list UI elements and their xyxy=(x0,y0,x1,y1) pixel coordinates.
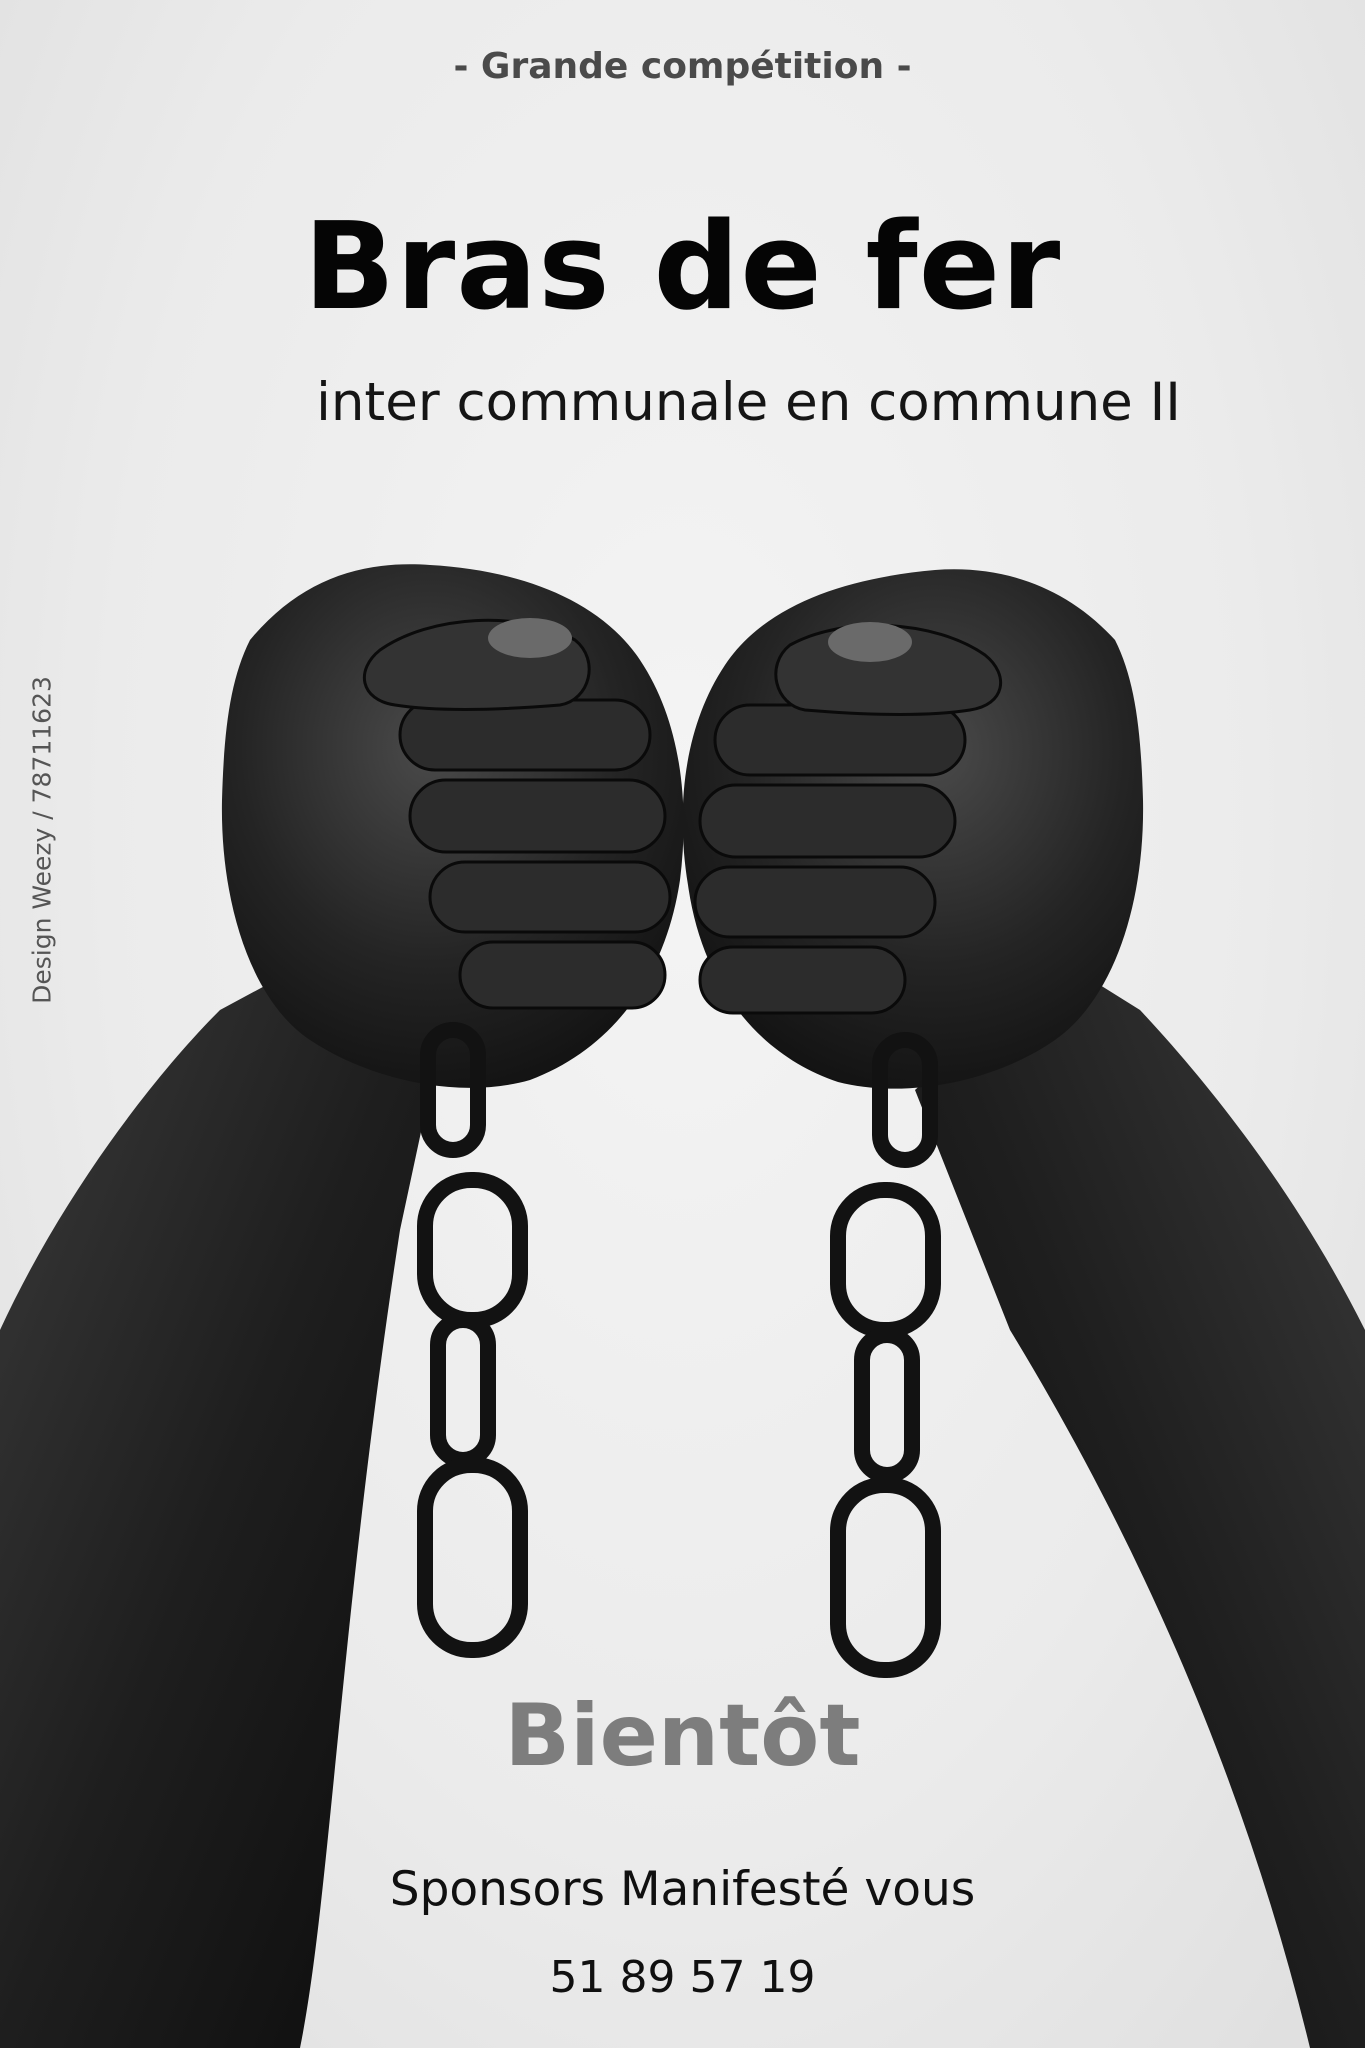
status-soon: Bientôt xyxy=(504,1686,861,1786)
left-chain xyxy=(417,1022,528,1658)
designer-credit: Design Weezy / 78711623 xyxy=(27,676,57,1004)
right-chain xyxy=(830,1032,941,1678)
sponsors-call: Sponsors Manifesté vous xyxy=(389,1862,976,1917)
event-subtitle: inter communale en commune II xyxy=(316,372,1181,433)
event-kicker: - Grande compétition - xyxy=(453,46,912,87)
contact-phone: 51 89 57 19 xyxy=(549,1952,816,2003)
poster: - Grande compétition - Bras de fer inter… xyxy=(0,0,1365,2048)
event-title: Bras de fer xyxy=(303,198,1062,337)
